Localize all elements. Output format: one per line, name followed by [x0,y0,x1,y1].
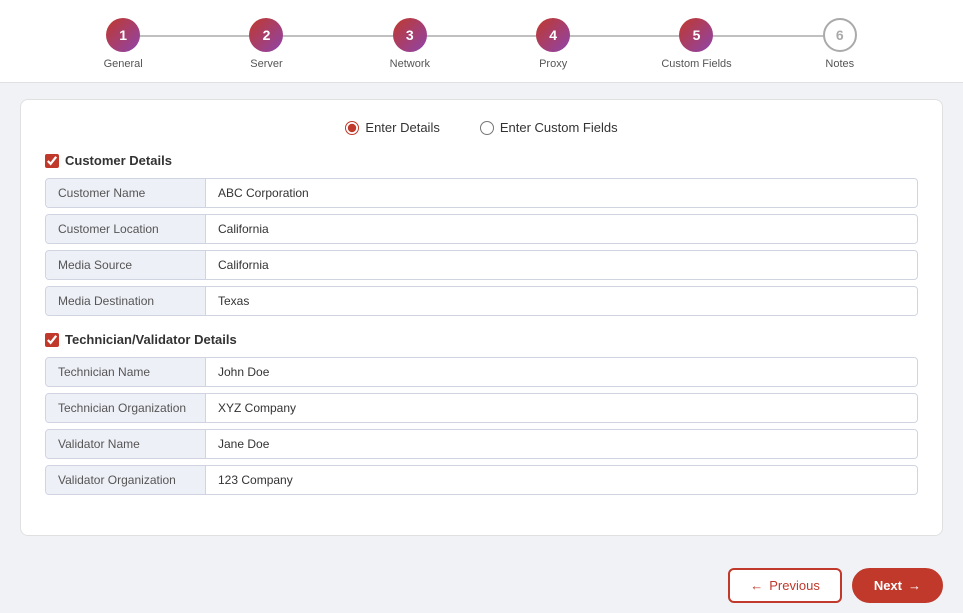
step-circle-4: 4 [536,18,570,52]
step-circle-2: 2 [249,18,283,52]
step-label-4: Proxy [539,58,567,70]
step-label-5: Custom Fields [661,58,731,70]
step-3[interactable]: 3 Network [338,18,481,70]
radio-group: Enter Details Enter Custom Fields [45,120,918,135]
radio-enter-custom-fields[interactable]: Enter Custom Fields [480,120,618,135]
radio-custom-fields-label: Enter Custom Fields [500,120,618,135]
customer-section-header: Customer Details [45,153,918,168]
form-card: Enter Details Enter Custom Fields Custom… [20,99,943,536]
validator-name-label: Validator Name [46,430,206,458]
radio-custom-fields-input[interactable] [480,121,494,135]
technician-details-checkbox[interactable] [45,333,59,347]
step-label-2: Server [250,58,282,70]
field-customer-name: Customer Name ABC Corporation [45,178,918,208]
field-media-source: Media Source California [45,250,918,280]
stepper-container: 1 General 2 Server 3 Network 4 Proxy 5 C… [0,0,963,83]
step-6[interactable]: 6 Notes [768,18,911,70]
radio-enter-details[interactable]: Enter Details [345,120,439,135]
radio-enter-details-input[interactable] [345,121,359,135]
customer-section: Customer Details Customer Name ABC Corpo… [45,153,918,316]
footer: ← Previous Next → [0,552,963,613]
customer-location-label: Customer Location [46,215,206,243]
validator-org-value: 123 Company [206,466,917,494]
technician-org-label: Technician Organization [46,394,206,422]
field-customer-location: Customer Location California [45,214,918,244]
technician-section-header: Technician/Validator Details [45,332,918,347]
previous-arrow-icon: ← [750,578,763,593]
step-label-1: General [104,58,143,70]
media-source-value: California [206,251,917,279]
step-1[interactable]: 1 General [52,18,195,70]
media-destination-label: Media Destination [46,287,206,315]
customer-location-value: California [206,215,917,243]
customer-name-label: Customer Name [46,179,206,207]
field-validator-org: Validator Organization 123 Company [45,465,918,495]
next-label: Next [874,578,902,593]
next-button[interactable]: Next → [852,568,943,603]
technician-section-title: Technician/Validator Details [65,332,237,347]
customer-section-title: Customer Details [65,153,172,168]
field-technician-name: Technician Name John Doe [45,357,918,387]
step-5[interactable]: 5 Custom Fields [625,18,768,70]
customer-name-value: ABC Corporation [206,179,917,207]
stepper: 1 General 2 Server 3 Network 4 Proxy 5 C… [52,18,912,70]
customer-details-checkbox[interactable] [45,154,59,168]
media-source-label: Media Source [46,251,206,279]
next-arrow-icon: → [908,578,921,593]
radio-enter-details-label: Enter Details [365,120,439,135]
technician-section: Technician/Validator Details Technician … [45,332,918,495]
technician-org-value: XYZ Company [206,394,917,422]
step-label-6: Notes [825,58,854,70]
step-circle-6: 6 [823,18,857,52]
field-technician-org: Technician Organization XYZ Company [45,393,918,423]
field-validator-name: Validator Name Jane Doe [45,429,918,459]
field-media-destination: Media Destination Texas [45,286,918,316]
previous-button[interactable]: ← Previous [728,568,842,603]
media-destination-value: Texas [206,287,917,315]
technician-name-value: John Doe [206,358,917,386]
validator-org-label: Validator Organization [46,466,206,494]
step-circle-3: 3 [393,18,427,52]
technician-name-label: Technician Name [46,358,206,386]
previous-label: Previous [769,578,820,593]
step-circle-1: 1 [106,18,140,52]
step-label-3: Network [390,58,430,70]
main-content: Enter Details Enter Custom Fields Custom… [0,83,963,552]
step-2[interactable]: 2 Server [195,18,338,70]
step-circle-5: 5 [679,18,713,52]
step-4[interactable]: 4 Proxy [481,18,624,70]
validator-name-value: Jane Doe [206,430,917,458]
